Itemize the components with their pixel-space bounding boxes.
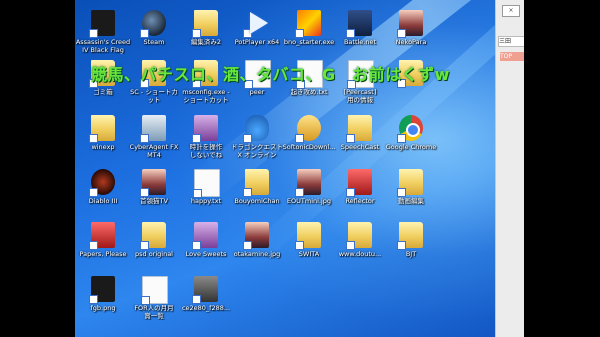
folder-icon <box>243 169 269 197</box>
chrome-icon <box>397 115 423 143</box>
desktop-icon-label <box>379 88 443 104</box>
cyberagent-icon <box>140 115 166 143</box>
black-icon <box>89 276 115 304</box>
folder-icon <box>346 222 372 250</box>
folder-icon <box>397 222 423 250</box>
desktop-icon[interactable]: 動画編集 <box>383 167 439 219</box>
desktop-icon-label: 動画編集 <box>398 197 424 205</box>
red-icon <box>346 169 372 197</box>
desktop-icon[interactable]: ce2e80_f288... <box>178 274 234 326</box>
anime-icon <box>243 222 269 250</box>
steam-icon <box>140 10 166 38</box>
overlay-caption: 競馬、パチスロ、酒、タバコ、G お前はくずw <box>91 65 450 84</box>
desktop-icon[interactable]: Google Chrome <box>383 113 439 165</box>
desktop-icon-label: Google Chrome <box>385 143 437 151</box>
diablo-icon <box>89 169 115 197</box>
purple-icon <box>192 222 218 250</box>
desktop-icon[interactable]: BJT <box>383 220 439 272</box>
file-icon <box>193 169 220 198</box>
folder-icon <box>89 115 115 143</box>
letterbox-right <box>524 0 600 337</box>
letterbox-left <box>0 0 75 337</box>
address-field[interactable]: 三田 <box>498 36 527 47</box>
folder-icon <box>295 222 321 250</box>
anime-icon <box>397 10 423 38</box>
battle-icon <box>346 10 372 38</box>
folder-icon <box>140 222 166 250</box>
close-icon[interactable]: × <box>502 5 520 17</box>
folder-icon <box>346 115 372 143</box>
desktop-icon-label: NekoPara <box>395 38 427 46</box>
anime-icon <box>295 169 321 197</box>
folder-icon <box>397 169 423 197</box>
red-icon <box>89 222 115 250</box>
folder-icon <box>192 10 218 38</box>
play-icon <box>243 10 269 38</box>
black-icon <box>89 10 115 38</box>
desktop-icon-label: ce2e80_f288... <box>181 304 231 312</box>
desktop-icon[interactable]: NekoPara <box>383 8 439 60</box>
tab-top[interactable]: TOP <box>500 52 525 61</box>
gold-icon <box>295 115 321 143</box>
banner-icon <box>295 10 321 38</box>
browser-window-edge: × 三田 TOP <box>495 0 527 337</box>
purple-icon <box>192 115 218 143</box>
gray-icon <box>192 276 218 304</box>
windows-desktop: Assassin's Creed IV Black Flag Steam 編集済み2… <box>75 0 495 337</box>
anime-icon <box>140 169 166 197</box>
slime-icon <box>243 115 269 143</box>
file-icon <box>141 276 168 305</box>
desktop-icon-label: BJT <box>405 250 417 258</box>
